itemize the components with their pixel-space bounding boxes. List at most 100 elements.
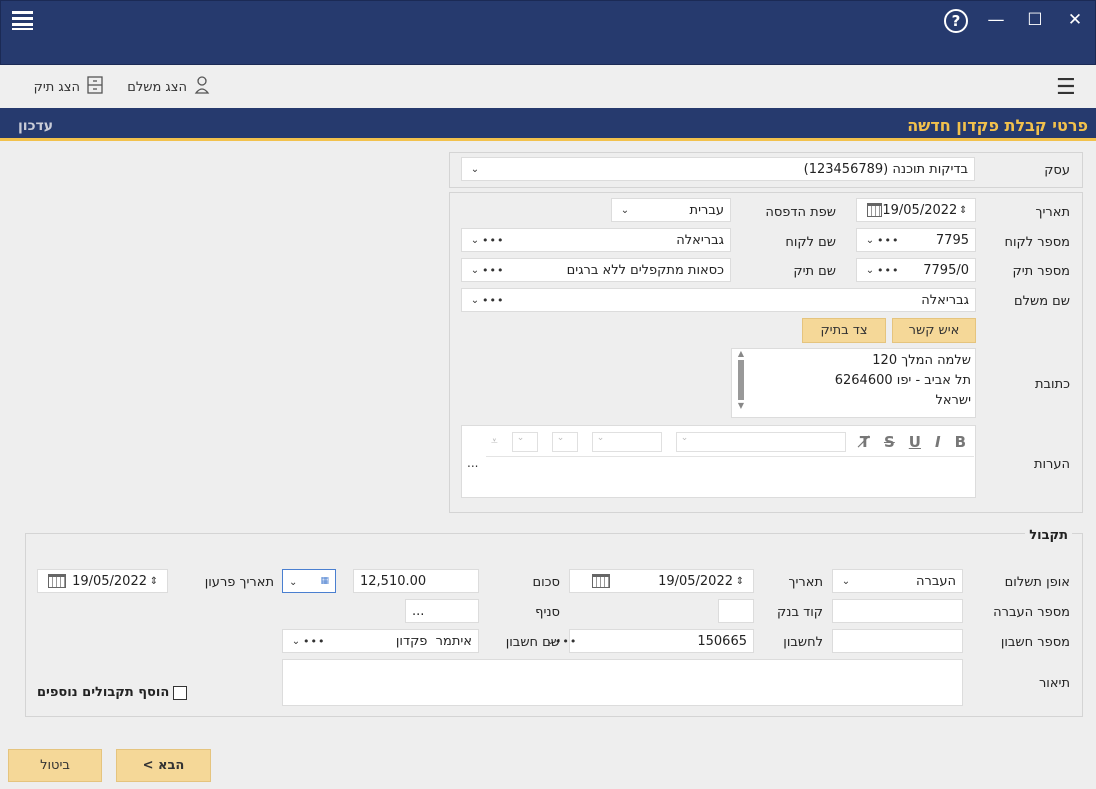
- show-file-button[interactable]: הצג תיק: [24, 76, 104, 98]
- menu-icon[interactable]: ☰: [1056, 75, 1076, 100]
- chevron-down-icon: ⌄: [470, 294, 480, 306]
- client-no-field[interactable]: 7795 ••• ⌄: [856, 228, 976, 252]
- to-account-field[interactable]: 150665 ••• ⌄: [547, 629, 754, 653]
- strike-button[interactable]: S: [884, 433, 895, 451]
- amount-field[interactable]: 12,510.00: [353, 569, 479, 593]
- currency-select[interactable]: ▦ ⌄: [282, 569, 336, 593]
- close-button[interactable]: ✕: [1063, 9, 1087, 33]
- collapse-toolbar-icon[interactable]: ⩡: [491, 434, 498, 449]
- bank-code-label: קוד בנק: [777, 605, 823, 620]
- file-cabinet-icon: [86, 76, 104, 98]
- due-date-value: 19/05/2022: [72, 573, 147, 589]
- font-size-select[interactable]: ⌄: [675, 431, 846, 452]
- account-name-value: איתמר פקדון: [395, 633, 472, 649]
- address-line-2: תל אביב - יפו 6264600: [834, 373, 971, 388]
- date-field[interactable]: ⇕ 19/05/2022: [856, 198, 976, 222]
- account-name-label: שם חשבון: [505, 635, 560, 650]
- client-no-value: 7795: [935, 232, 969, 248]
- chevron-down-icon: ⌄: [470, 234, 480, 246]
- file-name-value: כסאות מתקפלים ללא ברגים: [566, 262, 724, 278]
- help-icon[interactable]: ?: [944, 9, 968, 33]
- payment-method-select[interactable]: העברה ⌄: [832, 569, 963, 593]
- address-line-3: ישראל: [935, 393, 971, 408]
- bank-code-field[interactable]: [718, 599, 754, 623]
- address-label: כתובת: [1034, 377, 1070, 392]
- print-lang-select[interactable]: עברית ⌄: [611, 198, 731, 222]
- business-label: עסק: [1044, 163, 1070, 178]
- page-title: פרטי קבלת פקדון חדשה: [907, 116, 1088, 135]
- client-name-value: גבריאלה: [676, 232, 724, 248]
- amount-value: 12,510.00: [360, 573, 427, 589]
- calendar-icon: [867, 203, 883, 217]
- address-scrollbar[interactable]: ▲ ▼: [735, 350, 747, 416]
- business-select[interactable]: בדיקות תוכנה (123456789) ⌄: [461, 157, 975, 181]
- add-more-checkbox[interactable]: [173, 685, 188, 700]
- branch-value: ...: [412, 603, 425, 619]
- receipt-date-field[interactable]: ⇕ 19/05/2022: [569, 569, 754, 593]
- more-icon: •••: [303, 634, 326, 648]
- account-no-field[interactable]: [832, 629, 963, 653]
- show-payer-button[interactable]: הצג משלם: [117, 76, 211, 98]
- business-value: בדיקות תוכנה (123456789): [803, 161, 968, 177]
- date-label: תאריך: [1035, 205, 1070, 220]
- app-logo-icon: [11, 9, 35, 31]
- receipt-section-title: תקבול: [1025, 528, 1072, 543]
- payer-value: גבריאלה: [921, 292, 969, 308]
- chevron-down-icon: ⌄: [620, 204, 630, 216]
- contact-button[interactable]: איש קשר: [892, 318, 976, 343]
- to-account-label: לחשבון: [783, 635, 823, 650]
- due-date-field[interactable]: ⇕ 19/05/2022: [37, 569, 168, 593]
- more-icon: •••: [482, 233, 505, 247]
- file-name-label: שם תיק: [793, 264, 836, 279]
- chevron-down-icon: ⌄: [865, 234, 875, 246]
- payer-label: שם משלם: [1013, 294, 1070, 309]
- chevron-down-icon: ⌄: [841, 575, 851, 587]
- address-textarea[interactable]: שלמה המלך 120 תל אביב - יפו 6264600 ישרא…: [731, 348, 976, 418]
- to-account-value: 150665: [697, 633, 747, 649]
- maximize-button[interactable]: ☐: [1023, 9, 1047, 33]
- show-payer-label: הצג משלם: [127, 79, 187, 95]
- date-value: 19/05/2022: [882, 202, 958, 218]
- payer-field[interactable]: גבריאלה ••• ⌄: [461, 288, 976, 312]
- next-button[interactable]: הבא >: [116, 749, 211, 782]
- page-mode: עדכון: [18, 118, 54, 134]
- description-textarea[interactable]: [282, 659, 963, 706]
- clear-format-button[interactable]: T̸: [860, 433, 870, 451]
- branch-label: סניף: [535, 605, 560, 620]
- file-no-value: 7795/0: [923, 262, 969, 278]
- title-bar: [0, 0, 1096, 65]
- italic-button[interactable]: I: [935, 433, 941, 451]
- cancel-button[interactable]: ביטול: [8, 749, 102, 782]
- more-icon: •••: [877, 233, 900, 247]
- payer-icon: [193, 76, 211, 98]
- minimize-button[interactable]: —: [984, 9, 1008, 33]
- bold-button[interactable]: B: [955, 433, 966, 451]
- add-more-label: הוסף תקבולים נוספים: [37, 685, 170, 700]
- spinner-icon: ⇕: [735, 575, 745, 587]
- client-name-field[interactable]: גבריאלה ••• ⌄: [461, 228, 731, 252]
- notes-label: הערות: [1033, 457, 1070, 472]
- client-no-label: מספר לקוח: [1004, 235, 1070, 250]
- text-color-select[interactable]: ⌄: [551, 431, 578, 452]
- address-line-1: שלמה המלך 120: [872, 353, 971, 368]
- payment-method-label: אופן תשלום: [1004, 575, 1070, 590]
- receipt-date-value: 19/05/2022: [658, 573, 733, 589]
- branch-field[interactable]: ...: [405, 599, 479, 623]
- party-button[interactable]: צד בתיק: [802, 318, 886, 343]
- underline-button[interactable]: U: [909, 433, 921, 451]
- file-name-field[interactable]: כסאות מתקפלים ללא ברגים ••• ⌄: [461, 258, 731, 282]
- add-more-receipts[interactable]: הוסף תקבולים נוספים: [37, 685, 188, 700]
- transfer-no-field[interactable]: [832, 599, 963, 623]
- notes-more-button[interactable]: ...: [467, 456, 478, 470]
- receipt-date-label: תאריך: [788, 575, 823, 590]
- file-no-label: מספר תיק: [1012, 264, 1070, 279]
- account-name-field[interactable]: איתמר פקדון ••• ⌄: [282, 629, 479, 653]
- file-no-field[interactable]: 7795/0 ••• ⌄: [856, 258, 976, 282]
- spinner-icon: ⇕: [149, 575, 159, 587]
- chevron-down-icon: ⌄: [289, 576, 298, 588]
- currency-icon: ▦: [320, 576, 329, 586]
- calendar-icon: [592, 574, 610, 588]
- bg-color-select[interactable]: ⌄: [511, 431, 538, 452]
- font-family-select[interactable]: ⌄: [591, 431, 662, 452]
- amount-label: סכום: [532, 575, 560, 590]
